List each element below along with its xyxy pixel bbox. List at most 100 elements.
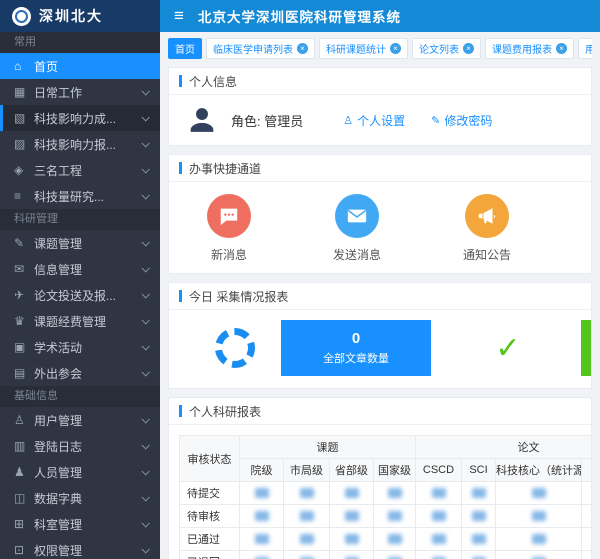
chevron-down-icon [141,238,149,246]
hospital-logo-icon [12,7,31,26]
sidebar-item-outbound-meeting[interactable]: ▤ 外出参会 [0,360,160,386]
column-header: 期刊 [582,459,592,482]
mail-icon [335,194,379,238]
sidebar-item-label: 三名工程 [34,162,142,179]
calendar-icon: ▦ [14,85,31,99]
sidebar-item-permission-mgmt[interactable]: ⊡ 权限管理 [0,537,160,559]
log-icon: ▥ [14,439,31,453]
link-label: 修改密码 [444,112,492,129]
redacted-value [255,511,269,521]
notice-announcement-button[interactable]: 通知公告 [463,194,511,263]
header-bar: ≡ 北京大学深圳医院科研管理系统 [160,0,600,32]
megaphone-icon [465,194,509,238]
trophy-icon: ♛ [14,314,31,328]
tab-clinical-application-list[interactable]: 临床医学申请列表 × [206,38,315,59]
chevron-down-icon [141,415,149,423]
logo-text: 深圳北大 [39,6,103,26]
redacted-value [388,534,402,544]
sidebar-item-three-famous-project[interactable]: ◈ 三名工程 [0,157,160,183]
chevron-down-icon [141,191,149,199]
sidebar-item-department-mgmt[interactable]: ⊞ 科室管理 [0,511,160,537]
sidebar-item-data-dictionary[interactable]: ◫ 数据字典 [0,485,160,511]
sidebar-item-info-mgmt[interactable]: ✉ 信息管理 [0,256,160,282]
sidebar-item-project-funds[interactable]: ♛ 课题经费管理 [0,308,160,334]
sidebar-item-label: 用户管理 [34,412,142,429]
tab-paper-list[interactable]: 论文列表 × [412,38,481,59]
column-header: CSCD [416,459,462,482]
panel-title: 个人信息 [189,73,237,90]
progress-donut-icon [215,328,255,368]
sidebar-item-project-mgmt[interactable]: ✎ 课题管理 [0,230,160,256]
home-icon: ⌂ [14,59,31,73]
sidebar-section-label-common: 常用 [0,32,160,53]
chevron-down-icon [141,467,149,475]
row-label: 待提交 [180,482,240,505]
title-accent-bar [179,162,182,174]
meeting-icon: ▤ [14,366,31,380]
tab-project-fee-report[interactable]: 课题费用报表 × [485,38,574,59]
tab-user-list[interactable]: 用户列表 × [578,38,592,59]
profile-panel: 个人信息 角色: 管理员 ♙ 个人设置 ✎ 修改密码 [168,67,592,146]
row-label: 已退回 [180,551,240,559]
sidebar-item-label: 科技影响力报... [34,136,142,153]
app-header: 深圳北大 ≡ 北京大学深圳医院科研管理系统 [0,0,600,32]
change-password-link[interactable]: ✎ 修改密码 [431,112,492,129]
sidebar-item-label: 外出参会 [34,365,142,382]
menu-toggle-icon[interactable]: ≡ [160,6,198,26]
profile-row: 角色: 管理员 ♙ 个人设置 ✎ 修改密码 [169,95,591,145]
tab-home[interactable]: 首页 [168,38,202,59]
people-icon: ♟ [14,465,31,479]
article-count: 0 [352,330,360,347]
research-report-panel: 个人科研报表 审核状态 课题 论文 院级 市局级 省部级 [168,397,592,559]
sidebar-item-personnel-mgmt[interactable]: ♟ 人员管理 [0,459,160,485]
sidebar-item-label: 信息管理 [34,261,142,278]
tab-close-icon[interactable]: × [297,43,308,54]
sidebar-item-label: 数据字典 [34,490,142,507]
title-accent-bar [179,290,182,302]
tab-bar: 首页 临床医学申请列表 × 科研课题统计 × 论文列表 × 课题费用报表 × 用… [168,38,592,59]
send-message-button[interactable]: 发送消息 [333,194,381,263]
tab-label: 论文列表 [419,41,459,56]
mail-icon: ✉ [14,262,31,276]
sidebar-item-tech-volume-research[interactable]: ≡ 科技量研究... [0,183,160,209]
sidebar-item-tech-influence-report[interactable]: ▨ 科技影响力报... [0,131,160,157]
tab-close-icon[interactable]: × [556,43,567,54]
main-content: 首页 临床医学申请列表 × 科研课题统计 × 论文列表 × 课题费用报表 × 用… [160,32,600,559]
redacted-value [432,488,446,498]
quick-item-label: 通知公告 [463,246,511,263]
pencil-icon: ✎ [431,114,440,127]
redacted-value [300,488,314,498]
table-row: 待审核 [180,505,592,528]
redacted-value [255,488,269,498]
sidebar-item-label: 人员管理 [34,464,142,481]
sidebar-item-user-mgmt[interactable]: ♙ 用户管理 [0,407,160,433]
sidebar-item-paper-submission[interactable]: ✈ 论文投送及报... [0,282,160,308]
redacted-value [532,511,546,521]
quick-item-label: 新消息 [211,246,247,263]
today-report-row: 0 全部文章数量 ✓ [169,310,591,388]
send-icon: ✈ [14,288,31,302]
logo[interactable]: 深圳北大 [0,0,160,32]
tab-label: 科研课题统计 [326,41,386,56]
personal-settings-link[interactable]: ♙ 个人设置 [343,112,405,129]
sidebar-item-tech-influence-results[interactable]: ▧ 科技影响力成... [0,105,160,131]
today-report-panel: 今日 采集情况报表 0 全部文章数量 ✓ [168,282,592,389]
article-count-card[interactable]: 0 全部文章数量 [281,320,431,376]
app-title: 北京大学深圳医院科研管理系统 [198,6,401,26]
chat-icon [207,194,251,238]
sidebar-item-academic-activity[interactable]: ▣ 学术活动 [0,334,160,360]
sidebar-item-login-log[interactable]: ▥ 登陆日志 [0,433,160,459]
chart-grid-icon: ▧ [14,111,31,125]
tab-research-project-stats[interactable]: 科研课题统计 × [319,38,408,59]
sidebar-item-label: 论文投送及报... [34,287,142,304]
sidebar-item-daily-work[interactable]: ▦ 日常工作 [0,79,160,105]
tab-close-icon[interactable]: × [463,43,474,54]
research-report-panel-header: 个人科研报表 [169,398,591,425]
sidebar-item-home[interactable]: ⌂ 首页 [0,53,160,79]
new-message-button[interactable]: 新消息 [207,194,251,263]
check-icon: ✓ [495,331,520,366]
panel-title: 办事快捷通道 [189,160,261,177]
link-label: 个人设置 [357,112,405,129]
tab-close-icon[interactable]: × [390,43,401,54]
tab-label: 课题费用报表 [492,41,552,56]
